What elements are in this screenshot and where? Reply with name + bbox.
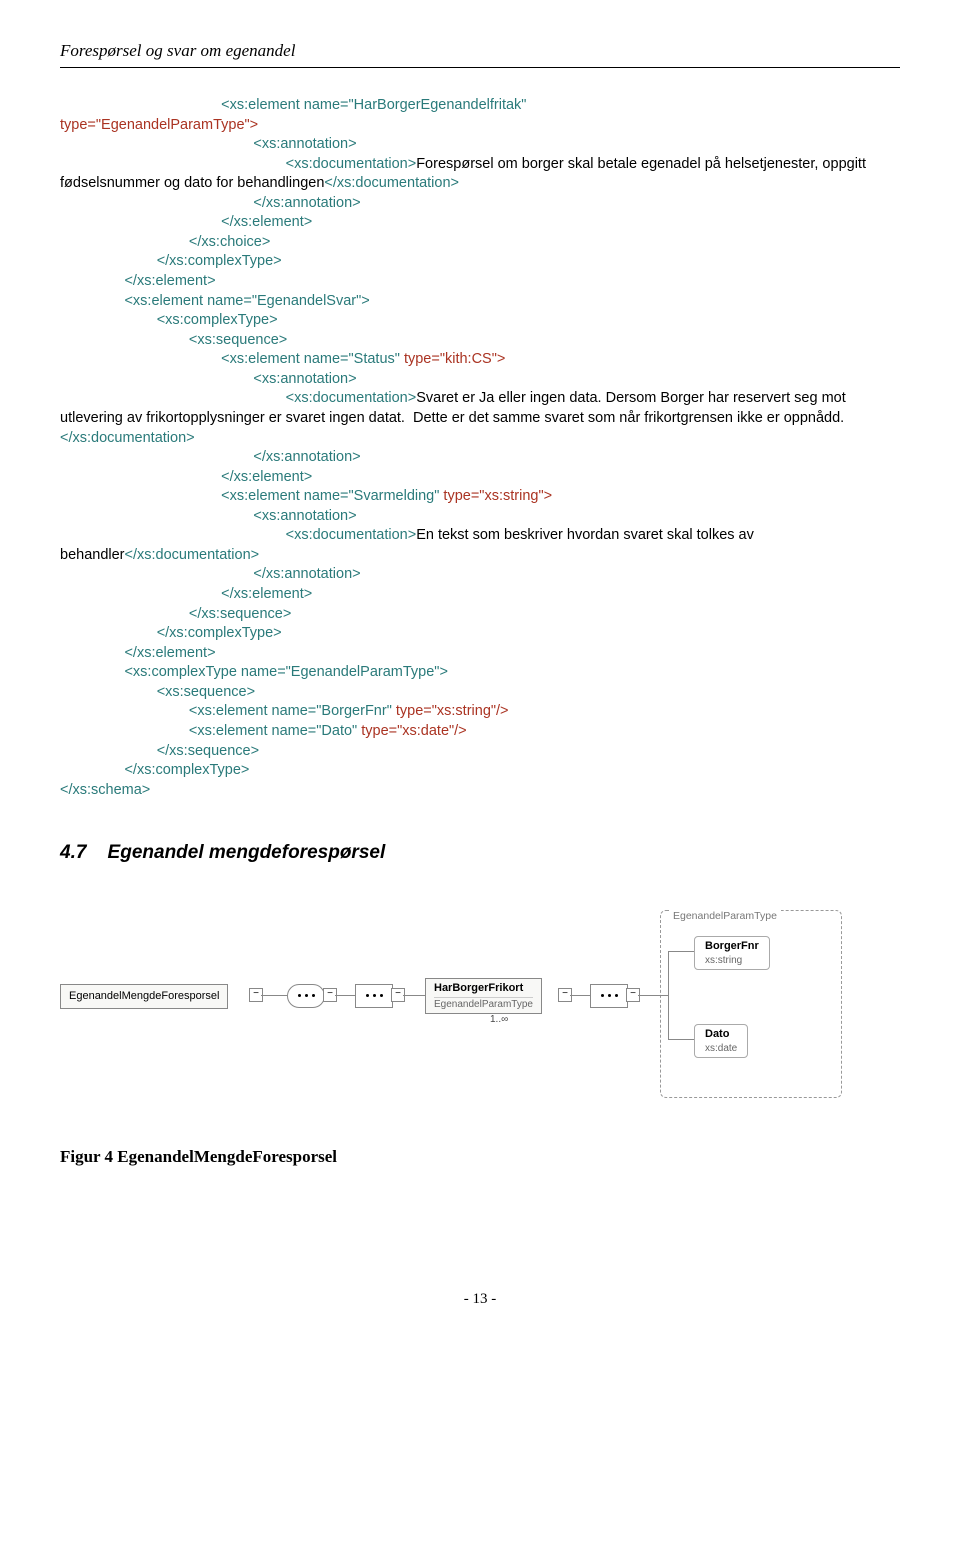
connector [668, 1039, 694, 1041]
sequence-icon [355, 984, 393, 1008]
diagram-attr-box: BorgerFnr xs:string [694, 936, 770, 970]
multiplicity-label: 1..∞ [490, 1013, 508, 1027]
code-line: <xs:annotation> [253, 136, 356, 152]
diagram-root-label: EgenandelMengdeForesporsel [69, 990, 219, 1002]
code-line: </xs:annotation> [253, 566, 360, 582]
code-line: </xs:complexType> [124, 762, 249, 778]
code-line: </xs:element> [221, 214, 312, 230]
code-line: </xs:schema> [60, 782, 150, 798]
code-line: <xs:element name="Status" [221, 351, 400, 367]
code-text: Forespørsel om borger skal betale egenad… [60, 156, 870, 192]
code-line: <xs:element name="Svarmelding" [221, 488, 439, 504]
code-line: <xs:element name="HarBorgerEgenandelfrit… [221, 97, 526, 113]
code-line: </xs:annotation> [253, 449, 360, 465]
section-heading: 4.7 Egenandel mengdeforespørsel [60, 840, 900, 866]
section-number: 4.7 [60, 842, 86, 863]
diagram-child-name: HarBorgerFrikort [434, 981, 533, 998]
code-line: type="xs:string"/> [392, 703, 509, 719]
code-line: <xs:annotation> [253, 508, 356, 524]
sequence-icon [590, 984, 628, 1008]
code-line: <xs:complexType name="EgenandelParamType… [124, 664, 447, 680]
connector [570, 995, 590, 997]
figure-caption: Figur 4 EgenandelMengdeForesporsel [60, 1146, 900, 1169]
code-line: type="xs:date"/> [357, 723, 466, 739]
code-line: <xs:documentation> [286, 390, 417, 406]
code-line: <xs:element name="EgenandelSvar"> [124, 293, 369, 309]
page-number: - 13 - [60, 1289, 900, 1309]
code-line: </xs:element> [221, 586, 312, 602]
code-line: </xs:complexType> [157, 253, 282, 269]
diagram-root-node: EgenandelMengdeForesporsel [60, 984, 228, 1009]
code-line: </xs:element> [124, 645, 215, 661]
code-line: </xs:element> [124, 273, 215, 289]
connector [261, 995, 287, 997]
code-line: <xs:annotation> [253, 371, 356, 387]
code-line: type="kith:CS"> [400, 351, 505, 367]
code-line: <xs:complexType> [157, 312, 278, 328]
connector [335, 995, 355, 997]
code-line: <xs:documentation> [286, 156, 417, 172]
diagram-child-type: EgenandelParamType [434, 998, 533, 1012]
code-line: <xs:element name="BorgerFnr" [189, 703, 392, 719]
code-line: <xs:documentation> [286, 527, 417, 543]
xml-code-block: <xs:element name="HarBorgerEgenandelfrit… [60, 96, 900, 800]
code-line: </xs:sequence> [189, 606, 291, 622]
diagram-attr-type: xs:date [705, 1042, 737, 1056]
diagram-child-node: HarBorgerFrikort EgenandelParamType [425, 978, 542, 1014]
code-line: </xs:sequence> [157, 743, 259, 759]
code-line: type="xs:string"> [439, 488, 552, 504]
page-header-title: Forespørsel og svar om egenandel [60, 40, 900, 63]
diagram-attr-box: Dato xs:date [694, 1024, 748, 1058]
code-line: <xs:element name="Dato" [189, 723, 357, 739]
code-line: <xs:sequence> [189, 332, 287, 348]
connector [668, 951, 694, 953]
diagram-attr-name: BorgerFnr [705, 939, 759, 954]
code-line: </xs:choice> [189, 234, 270, 250]
connector [638, 995, 668, 997]
schema-diagram: EgenandelMengdeForesporsel − − − HarBorg… [60, 896, 900, 1106]
code-line: </xs:element> [221, 469, 312, 485]
code-line: </xs:annotation> [253, 195, 360, 211]
connector [403, 995, 425, 997]
choice-icon [287, 984, 325, 1008]
code-line: type="EgenandelParamType"> [60, 117, 258, 133]
diagram-group-label: EgenandelParamType [669, 909, 781, 923]
code-text: Svaret er Ja eller ingen data. Dersom Bo… [60, 390, 850, 426]
diagram-attr-name: Dato [705, 1027, 737, 1042]
code-line: </xs:documentation> [60, 430, 195, 446]
code-line: </xs:complexType> [157, 625, 282, 641]
code-line: </xs:documentation> [125, 547, 260, 563]
header-rule [60, 67, 900, 68]
section-title: Egenandel mengdeforespørsel [108, 842, 386, 863]
diagram-attr-type: xs:string [705, 954, 759, 968]
connector [668, 951, 670, 1039]
code-line: <xs:sequence> [157, 684, 255, 700]
code-line: </xs:documentation> [324, 175, 459, 191]
